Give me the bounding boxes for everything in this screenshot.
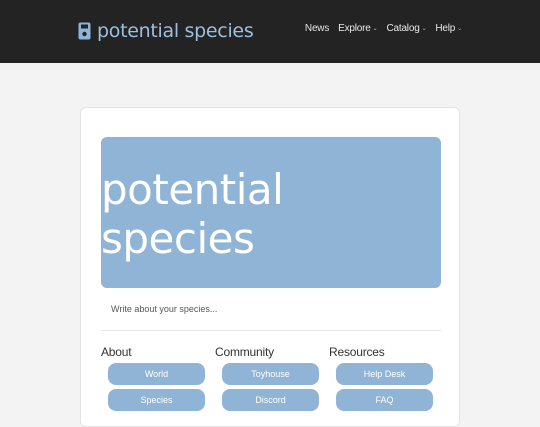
nav-news-label: News [304, 23, 330, 34]
chevron-down-icon: ⌄ [372, 25, 378, 32]
species-description: Write about your species... [111, 304, 218, 314]
faq-button[interactable]: FAQ [336, 389, 433, 411]
species-button[interactable]: Species [108, 389, 205, 411]
help-desk-button[interactable]: Help Desk [336, 363, 433, 385]
species-banner: potential species [101, 137, 441, 288]
nav-news[interactable]: News [305, 23, 329, 34]
nav-links: News Explore ⌄ Catalog ⌄ Help ⌄ [305, 23, 462, 34]
toyhouse-button[interactable]: Toyhouse [222, 363, 319, 385]
nav-help-label: Help [435, 23, 456, 34]
top-navbar: potential species News Explore ⌄ Catalog… [0, 0, 540, 63]
brand-link[interactable]: potential species [78, 17, 254, 45]
discord-button[interactable]: Discord [222, 389, 319, 411]
brand-name: potential species [97, 20, 254, 42]
community-heading: Community [215, 345, 274, 359]
resources-heading: Resources [329, 345, 385, 359]
world-button[interactable]: World [108, 363, 205, 385]
nav-catalog-dropdown[interactable]: Catalog ⌄ [386, 23, 426, 34]
divider [101, 330, 441, 331]
nav-help-dropdown[interactable]: Help ⌄ [435, 23, 462, 34]
nav-explore-dropdown[interactable]: Explore ⌄ [338, 23, 378, 34]
main-card: potential species Write about your speci… [80, 107, 460, 427]
banner-title: potential species [101, 164, 284, 263]
nav-explore-label: Explore [338, 23, 371, 34]
chevron-down-icon: ⌄ [421, 25, 427, 32]
about-heading: About [101, 345, 132, 359]
chevron-down-icon: ⌄ [457, 25, 462, 32]
save-disk-icon [78, 22, 91, 40]
nav-catalog-label: Catalog [386, 23, 420, 34]
